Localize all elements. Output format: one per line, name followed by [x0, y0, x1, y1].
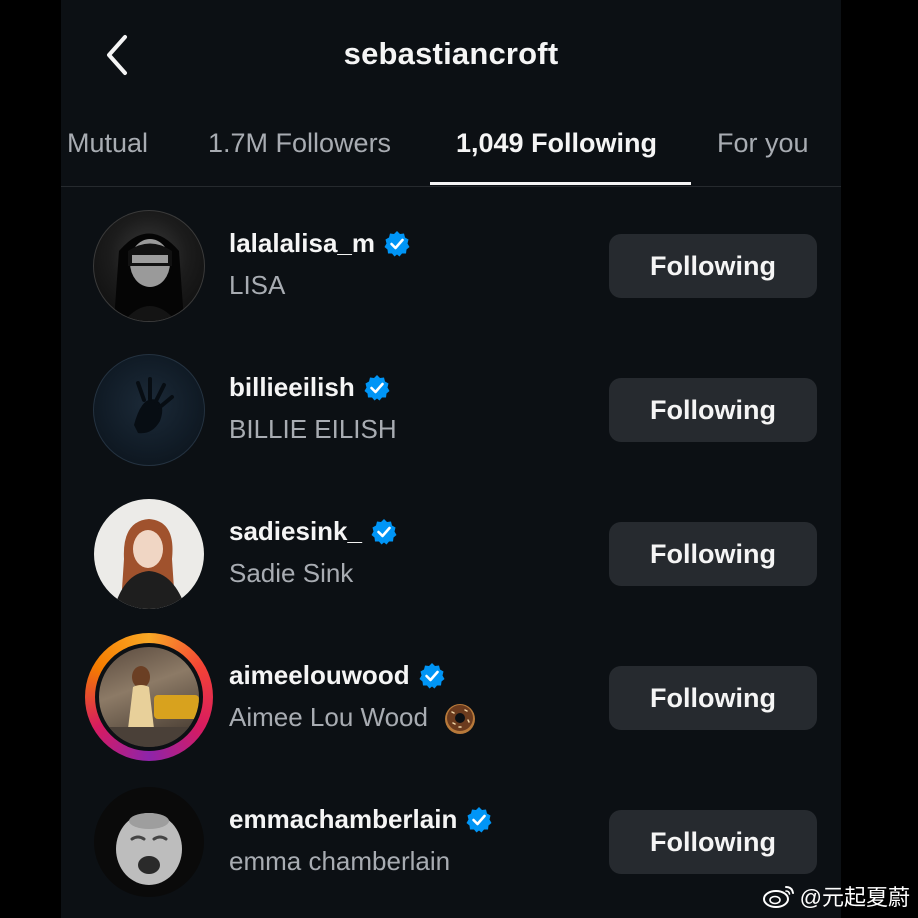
username[interactable]: emmachamberlain — [229, 804, 457, 835]
weibo-logo-icon — [762, 886, 794, 908]
verified-badge-icon — [371, 518, 397, 544]
tab-followers[interactable]: 1.7M Followers — [208, 128, 391, 159]
following-button[interactable]: Following — [609, 234, 817, 298]
full-name: Aimee Lou Wood — [229, 702, 428, 732]
username-line: aimeelouwood — [229, 660, 446, 691]
tab-bar: Mutual 1.7M Followers 1,049 Following Fo… — [61, 110, 841, 187]
avatar-image — [94, 499, 204, 609]
tab-following[interactable]: 1,049 Following — [456, 128, 657, 159]
following-button[interactable]: Following — [609, 810, 817, 874]
username[interactable]: billieeilish — [229, 372, 355, 403]
username[interactable]: aimeelouwood — [229, 660, 410, 691]
verified-badge-icon — [419, 662, 445, 688]
watermark: @元起夏蔚 — [762, 880, 910, 912]
full-name: emma chamberlain — [229, 846, 451, 876]
username-line: lalalalisa_m — [229, 228, 411, 259]
full-name-line: Aimee Lou Wood — [229, 702, 477, 736]
avatar-image — [95, 643, 203, 751]
username-line: billieeilish — [229, 372, 391, 403]
avatar[interactable] — [93, 210, 205, 322]
following-button[interactable]: Following — [609, 666, 817, 730]
list-item[interactable]: aimeelouwood Aimee Lou Wood Following — [61, 622, 841, 766]
avatar[interactable] — [93, 498, 205, 610]
story-ring[interactable] — [85, 633, 213, 761]
verified-badge-icon — [384, 230, 410, 256]
list-item[interactable]: lalalalisa_m LISA Following — [61, 190, 841, 334]
following-screen: sebastiancroft Mutual 1.7M Followers 1,0… — [61, 0, 841, 918]
tab-for-you[interactable]: For you — [717, 128, 809, 159]
avatar[interactable] — [93, 354, 205, 466]
full-name: Sadie Sink — [229, 558, 354, 588]
username[interactable]: lalalalisa_m — [229, 228, 375, 259]
page-title: sebastiancroft — [343, 36, 559, 71]
watermark-text: @元起夏蔚 — [799, 885, 910, 910]
verified-badge-icon — [466, 806, 492, 832]
following-button[interactable]: Following — [609, 378, 817, 442]
avatar-image — [93, 354, 205, 466]
tab-mutual[interactable]: Mutual — [67, 128, 148, 159]
list-item[interactable]: billieeilish BILLIE EILISH Following — [61, 334, 841, 478]
username[interactable]: sadiesink_ — [229, 516, 362, 547]
username-line: emmachamberlain — [229, 804, 493, 835]
full-name: LISA — [229, 270, 286, 300]
avatar-image — [94, 787, 204, 897]
list-item[interactable]: sadiesink_ Sadie Sink Following — [61, 478, 841, 622]
list-item[interactable]: emmachamberlain emma chamberlain Followi… — [61, 766, 841, 910]
avatar[interactable] — [93, 786, 205, 898]
following-button[interactable]: Following — [609, 522, 817, 586]
top-bar: sebastiancroft — [61, 0, 841, 110]
full-name: BILLIE EILISH — [229, 414, 397, 444]
donut-emoji-icon — [445, 704, 476, 735]
verified-badge-icon — [364, 374, 390, 400]
username-line: sadiesink_ — [229, 516, 398, 547]
active-tab-indicator — [430, 182, 691, 185]
avatar-image — [93, 210, 205, 322]
